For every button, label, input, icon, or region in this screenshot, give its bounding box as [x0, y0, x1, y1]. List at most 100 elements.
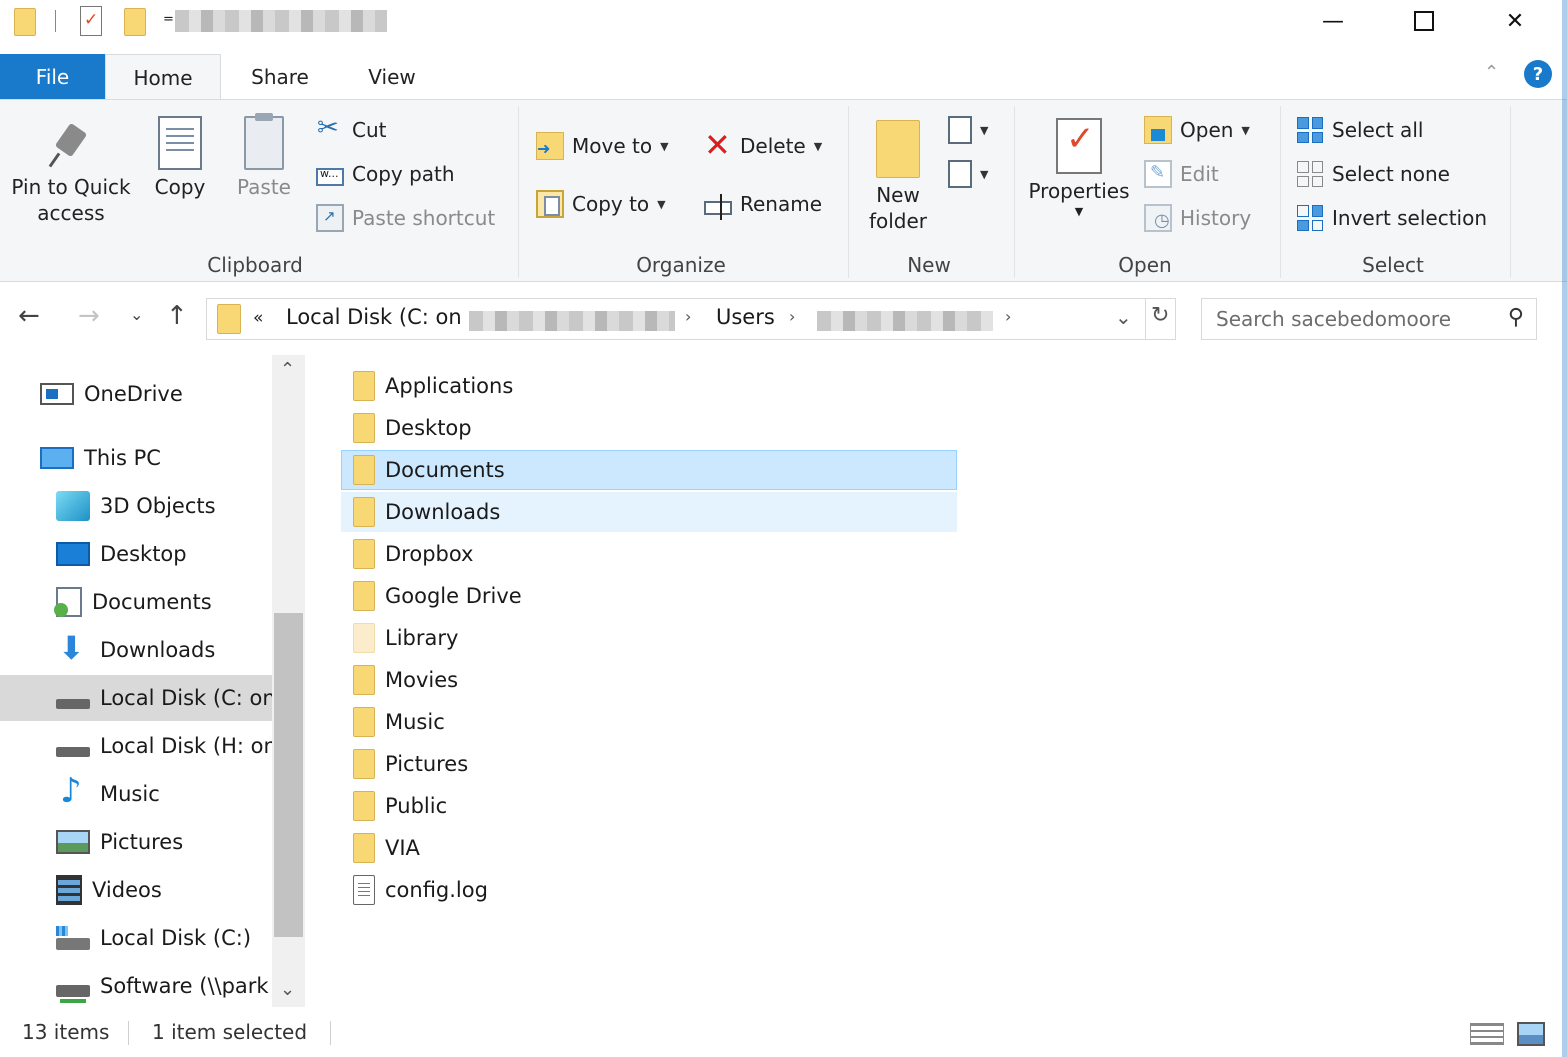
copy-to-button[interactable]: Copy to ▼	[536, 186, 666, 222]
list-item[interactable]: Pictures	[341, 744, 957, 784]
list-item[interactable]: Movies	[341, 660, 957, 700]
maximize-button[interactable]	[1378, 0, 1470, 42]
list-item[interactable]: Music	[341, 702, 957, 742]
new-item-button[interactable]: ▼	[948, 112, 988, 148]
breadcrumb-chevron-icon[interactable]: ›	[789, 307, 795, 326]
tab-view[interactable]: View	[340, 54, 444, 99]
list-item[interactable]: VIA	[341, 828, 957, 868]
rename-button[interactable]: Rename	[704, 186, 822, 222]
sidebar-item-videos[interactable]: Videos	[0, 867, 272, 913]
list-item[interactable]: Dropbox	[341, 534, 957, 574]
cut-button[interactable]: Cut	[316, 112, 386, 148]
list-item[interactable]: Applications	[341, 366, 957, 406]
navigation-pane: OneDrive This PC 3D Objects Desktop Docu…	[0, 355, 305, 1007]
3d-objects-icon	[56, 491, 90, 521]
help-icon[interactable]: ?	[1524, 60, 1552, 88]
easy-access-button[interactable]: ▼	[948, 156, 988, 192]
sidebar-item-documents[interactable]: Documents	[0, 579, 272, 625]
breadcrumb-users[interactable]: Users	[716, 305, 775, 329]
sidebar-item-music[interactable]: Music	[0, 771, 272, 817]
pin-to-quick-access-button[interactable]: Pin to Quick access	[6, 122, 136, 226]
sidebar-item-local-disk-c[interactable]: Local Disk (C:)	[0, 915, 272, 961]
history-button[interactable]: History	[1144, 200, 1251, 236]
rename-label: Rename	[740, 192, 823, 216]
properties-button[interactable]: Properties ▼	[1024, 118, 1134, 220]
copy-button[interactable]: Copy	[148, 116, 212, 200]
close-button[interactable]: ✕	[1469, 0, 1561, 42]
details-view-icon[interactable]	[1470, 1023, 1504, 1045]
recent-locations-chevron-icon[interactable]: ⌄	[130, 305, 143, 324]
copy-path-button[interactable]: Copy path	[316, 156, 455, 192]
sidebar-item-label: Documents	[92, 590, 212, 614]
delete-button[interactable]: Delete ▼	[704, 126, 822, 164]
ribbon-tabs: File Home Share View ⌃ ?	[0, 54, 1567, 100]
select-all-icon	[1296, 116, 1324, 144]
scrollbar-thumb[interactable]	[274, 613, 303, 937]
sidebar-item-software[interactable]: Software (\\park	[0, 963, 272, 1009]
sidebar-item-onedrive[interactable]: OneDrive	[0, 371, 272, 417]
status-divider	[128, 1021, 129, 1045]
up-arrow-icon[interactable]: ↑	[166, 301, 188, 331]
sidebar-item-this-pc[interactable]: This PC	[0, 435, 272, 481]
large-icons-view-icon[interactable]	[1517, 1022, 1545, 1046]
sidebar-scrollbar[interactable]: ⌃ ⌄	[272, 355, 305, 1007]
new-folder-button[interactable]: New folder	[858, 120, 938, 234]
list-item[interactable]: config.log	[341, 870, 957, 910]
sidebar-item-desktop[interactable]: Desktop	[0, 531, 272, 577]
group-separator	[1510, 106, 1511, 278]
forward-arrow-icon[interactable]: →	[78, 301, 100, 331]
edit-button[interactable]: Edit	[1144, 156, 1219, 192]
folder-icon	[353, 371, 375, 401]
tab-file[interactable]: File	[0, 54, 105, 99]
tab-home[interactable]: Home	[105, 54, 221, 100]
refresh-icon[interactable]: ↻	[1151, 303, 1169, 328]
paste-shortcut-button[interactable]: Paste shortcut	[316, 200, 495, 236]
sidebar-item-label: Desktop	[100, 542, 187, 566]
search-box[interactable]: ⚲	[1201, 298, 1537, 340]
list-item[interactable]: Public	[341, 786, 957, 826]
file-name: Google Drive	[385, 584, 522, 608]
list-item[interactable]: Documents	[341, 450, 957, 490]
move-to-button[interactable]: Move to ▼	[536, 128, 669, 164]
file-name: Desktop	[385, 416, 472, 440]
group-label-new: New	[907, 253, 951, 277]
breadcrumb-local-disk[interactable]: Local Disk (C: on	[286, 305, 462, 329]
breadcrumb-chevron-icon[interactable]: ›	[1005, 307, 1011, 326]
paste-button[interactable]: Paste	[232, 113, 296, 200]
file-name: Library	[385, 626, 459, 650]
search-input[interactable]	[1214, 305, 1494, 333]
new-folder-quick-icon[interactable]	[124, 8, 146, 36]
folder-icon	[353, 581, 375, 611]
sidebar-item-local-disk-c-on[interactable]: Local Disk (C: on	[0, 675, 272, 721]
invert-selection-button[interactable]: Invert selection	[1296, 200, 1487, 236]
select-none-button[interactable]: Select none	[1296, 156, 1450, 192]
scroll-up-icon[interactable]: ⌃	[280, 359, 295, 380]
copy-path-icon	[316, 167, 344, 186]
list-item[interactable]: Google Drive	[341, 576, 957, 616]
sidebar-item-local-disk-h-on[interactable]: Local Disk (H: on	[0, 723, 272, 769]
breadcrumb-chevron-icon[interactable]: ›	[685, 307, 691, 326]
tab-share[interactable]: Share	[228, 54, 332, 99]
list-item[interactable]: Desktop	[341, 408, 957, 448]
sidebar-item-pictures[interactable]: Pictures	[0, 819, 272, 865]
folder-icon	[353, 413, 375, 443]
properties-quick-icon[interactable]	[80, 6, 102, 36]
address-history-chevron-icon[interactable]: ⌄	[1115, 305, 1132, 329]
search-icon[interactable]: ⚲	[1508, 305, 1524, 330]
sidebar-item-3d-objects[interactable]: 3D Objects	[0, 483, 272, 529]
collapse-ribbon-chevron-icon[interactable]: ⌃	[1484, 62, 1499, 83]
select-all-button[interactable]: Select all	[1296, 112, 1423, 148]
list-item[interactable]: Library	[341, 618, 957, 658]
select-all-label: Select all	[1332, 118, 1424, 142]
back-arrow-icon[interactable]: ←	[18, 301, 40, 331]
sidebar-item-label: OneDrive	[84, 382, 183, 406]
list-item[interactable]: Downloads	[341, 492, 957, 532]
open-button[interactable]: Open ▼	[1144, 112, 1250, 148]
address-bar[interactable]: « Local Disk (C: on › Users › › ⌄ ↻	[206, 298, 1176, 340]
breadcrumb-overflow[interactable]: «	[253, 308, 263, 328]
delete-icon	[704, 126, 732, 164]
scroll-down-icon[interactable]: ⌄	[280, 979, 295, 1000]
sidebar-item-downloads[interactable]: Downloads	[0, 627, 272, 673]
quick-access-dropdown[interactable]: =	[163, 12, 174, 27]
minimize-button[interactable]: —	[1287, 0, 1379, 42]
